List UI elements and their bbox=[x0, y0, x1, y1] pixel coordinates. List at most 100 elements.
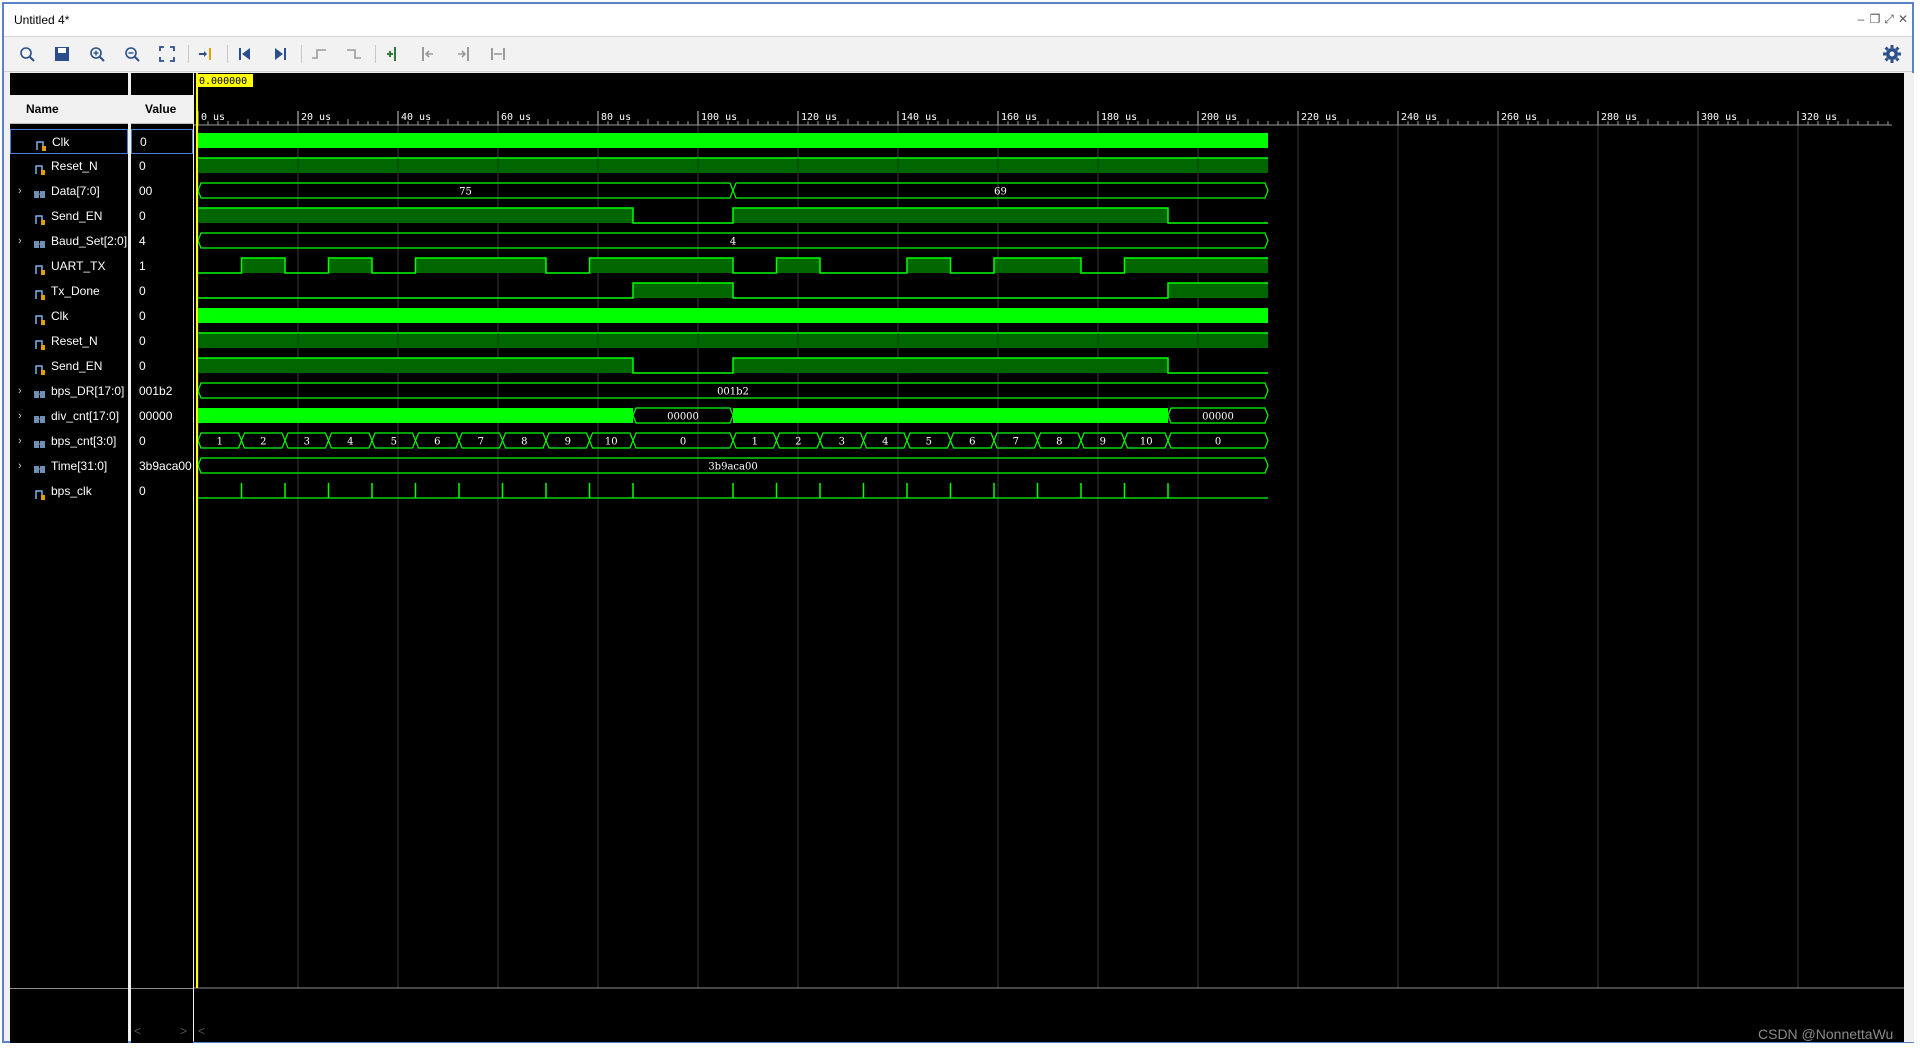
waveform-area[interactable]: 0 us 20 us 40 us 60 us 80 us 100 us 120 us 140 … bbox=[194, 73, 1904, 1042]
signal-value: 1 bbox=[139, 259, 146, 273]
wave-scroll-left-icon[interactable]: < bbox=[198, 1024, 205, 1038]
signal-name: Time[31:0] bbox=[51, 459, 108, 473]
previous-transition-icon[interactable] bbox=[308, 43, 330, 65]
high-fill bbox=[633, 283, 733, 298]
save-icon[interactable] bbox=[51, 43, 73, 65]
bus-value-label: 4 bbox=[730, 237, 736, 248]
signal-value-row[interactable]: 00 bbox=[131, 179, 193, 204]
signal-name: Reset_N bbox=[51, 159, 98, 173]
signal-row-send_en[interactable]: Send_EN bbox=[10, 354, 128, 379]
expand-chevron-icon[interactable]: › bbox=[18, 404, 28, 429]
search-icon[interactable] bbox=[16, 43, 38, 65]
cursor-time-label: 0.000000 us bbox=[199, 76, 265, 87]
high-fill bbox=[198, 358, 633, 373]
zoom-fit-icon[interactable] bbox=[156, 43, 178, 65]
expand-chevron-icon[interactable]: › bbox=[18, 454, 28, 479]
add-marker-icon[interactable] bbox=[382, 43, 404, 65]
high-fill bbox=[733, 208, 1168, 223]
expand-chevron-icon[interactable]: › bbox=[18, 179, 28, 204]
bus-value-label: 7 bbox=[478, 437, 484, 448]
signal-name-column: Name Clk Reset_N › Data[7:0] Send_EN › Baud_Se… bbox=[10, 73, 128, 1043]
tick-label: 180 us bbox=[1101, 112, 1137, 123]
next-transition-icon[interactable] bbox=[343, 43, 365, 65]
signal-value: 4 bbox=[139, 234, 146, 248]
signal-value-row[interactable]: 4 bbox=[131, 229, 193, 254]
signal-value-row[interactable]: 1 bbox=[131, 254, 193, 279]
dense-bus-segment bbox=[198, 408, 633, 423]
swap-cursors-icon[interactable] bbox=[487, 43, 509, 65]
toolbar-separator bbox=[375, 45, 376, 63]
restore-icon[interactable]: ❐ bbox=[1868, 12, 1882, 26]
signal-row-div_cnt170[interactable]: › div_cnt[17:0] bbox=[10, 404, 128, 429]
go-to-start-icon[interactable] bbox=[234, 43, 256, 65]
bit-signal-icon bbox=[33, 360, 47, 375]
signal-row-time310[interactable]: › Time[31:0] bbox=[10, 454, 128, 479]
maximize-icon[interactable]: ⤢ bbox=[1882, 12, 1896, 26]
signal-row-bps_dr170[interactable]: › bps_DR[17:0] bbox=[10, 379, 128, 404]
bus-value-label: 6 bbox=[969, 437, 975, 448]
close-icon[interactable]: ✕ bbox=[1896, 12, 1910, 26]
signal-row-send_en[interactable]: Send_EN bbox=[10, 204, 128, 229]
signal-value-row[interactable]: 0 bbox=[131, 204, 193, 229]
scroll-right-icon[interactable]: > bbox=[180, 1024, 187, 1038]
signal-value-row[interactable]: 0 bbox=[131, 479, 193, 504]
signal-value-row[interactable]: 0 bbox=[131, 329, 193, 354]
tick-label: 280 us bbox=[1601, 112, 1637, 123]
tick-label: 160 us bbox=[1001, 112, 1037, 123]
next-marker-icon[interactable] bbox=[452, 43, 474, 65]
go-to-end-icon[interactable] bbox=[269, 43, 291, 65]
signal-value-row[interactable]: 3b9aca00 bbox=[131, 454, 193, 479]
expand-chevron-icon[interactable]: › bbox=[18, 229, 28, 254]
signal-row-clk[interactable]: Clk bbox=[10, 129, 128, 154]
name-column-header[interactable]: Name bbox=[10, 95, 128, 124]
previous-marker-icon[interactable] bbox=[417, 43, 439, 65]
signal-row-reset_n[interactable]: Reset_N bbox=[10, 154, 128, 179]
signal-value-row[interactable]: 00000 bbox=[131, 404, 193, 429]
signal-value-row[interactable]: 0 bbox=[131, 429, 193, 454]
bus-signal-icon bbox=[33, 410, 47, 423]
signal-row-tx_done[interactable]: Tx_Done bbox=[10, 279, 128, 304]
clock-wave bbox=[198, 308, 1268, 323]
tick-label: 200 us bbox=[1201, 112, 1237, 123]
high-fill bbox=[776, 258, 820, 273]
bit-signal-icon bbox=[33, 335, 47, 350]
signal-row-uart_tx[interactable]: UART_TX bbox=[10, 254, 128, 279]
signal-value-row[interactable]: 0 bbox=[131, 279, 193, 304]
bus-signal-icon bbox=[33, 385, 47, 398]
zoom-in-icon[interactable] bbox=[86, 43, 108, 65]
bit-signal-icon bbox=[33, 485, 47, 500]
expand-chevron-icon[interactable]: › bbox=[18, 379, 28, 404]
signal-row-bps_clk[interactable]: bps_clk bbox=[10, 479, 128, 504]
bus-value-label: 10 bbox=[605, 437, 618, 448]
signal-value-row[interactable]: 0 bbox=[131, 354, 193, 379]
go-to-cursor-icon[interactable] bbox=[195, 43, 217, 65]
waveform-canvas[interactable]: 0 us 20 us 40 us 60 us 80 us 100 us 120 us 140 … bbox=[194, 73, 1904, 1042]
high-fill bbox=[733, 358, 1168, 373]
tick-label: 100 us bbox=[701, 112, 737, 123]
signal-value-row[interactable]: 0 bbox=[131, 304, 193, 329]
minimize-icon[interactable]: – bbox=[1854, 12, 1868, 26]
signal-row-reset_n[interactable]: Reset_N bbox=[10, 329, 128, 354]
tick-label: 0 us bbox=[201, 112, 225, 123]
tick-label: 120 us bbox=[801, 112, 837, 123]
vertical-scrollbar[interactable] bbox=[1904, 73, 1914, 1042]
tick-label: 320 us bbox=[1801, 112, 1837, 123]
signal-value-row[interactable]: 0 bbox=[131, 154, 193, 179]
signal-row-clk[interactable]: Clk bbox=[10, 304, 128, 329]
tick-label: 240 us bbox=[1401, 112, 1437, 123]
scroll-left-icon[interactable]: < bbox=[134, 1024, 141, 1038]
signal-row-data70[interactable]: › Data[7:0] bbox=[10, 179, 128, 204]
gear-icon[interactable] bbox=[1882, 44, 1902, 64]
signal-row-bps_cnt30[interactable]: › bps_cnt[3:0] bbox=[10, 429, 128, 454]
signal-value: 0 bbox=[139, 209, 146, 223]
signal-value-row[interactable]: 0 bbox=[131, 129, 193, 154]
signal-row-baud_set20[interactable]: › Baud_Set[2:0] bbox=[10, 229, 128, 254]
value-column-header[interactable]: Value bbox=[131, 95, 193, 124]
zoom-out-icon[interactable] bbox=[121, 43, 143, 65]
signal-value-row[interactable]: 001b2 bbox=[131, 379, 193, 404]
signal-name: Clk bbox=[52, 135, 70, 149]
high-fill bbox=[1168, 283, 1268, 298]
expand-chevron-icon[interactable]: › bbox=[18, 429, 28, 454]
dense-bus-segment bbox=[733, 408, 1168, 423]
bus-value-label: 1 bbox=[217, 437, 223, 448]
